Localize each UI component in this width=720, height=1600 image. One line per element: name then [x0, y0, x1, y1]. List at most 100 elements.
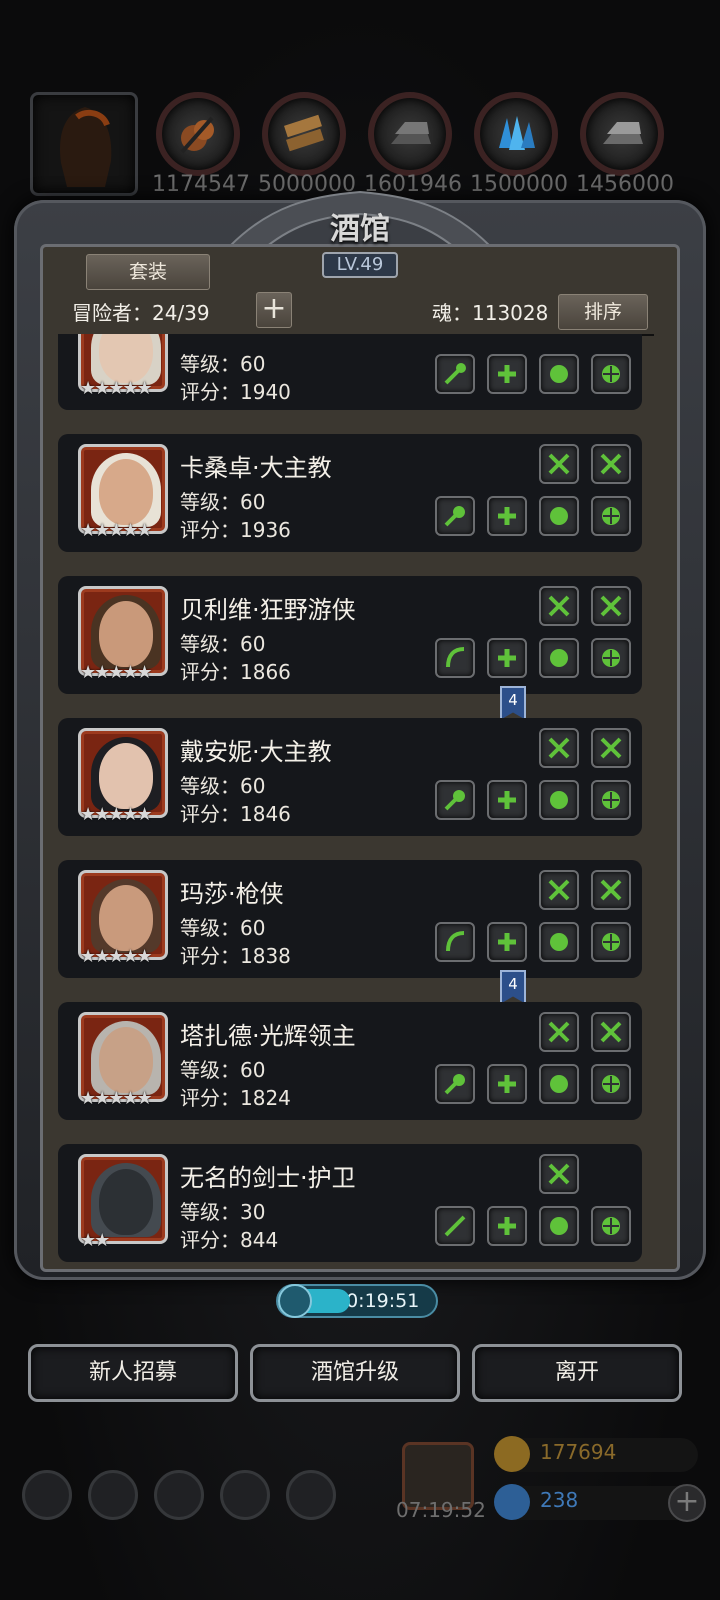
rune-slot[interactable] [591, 870, 631, 910]
armor-slot[interactable] [487, 780, 527, 820]
set-button[interactable]: 套装 [86, 254, 210, 290]
rune-icon [548, 1021, 570, 1043]
hero-level: 等级：60 [180, 352, 266, 376]
adventurer-count: 冒险者：24/39 [72, 301, 210, 325]
hero-level: 等级：60 [180, 774, 266, 798]
hero-row[interactable]: ★★★★★ 戴安妮·大主教 等级：60 评分：1846 [58, 718, 642, 836]
hero-stars: ★★★★★ [80, 378, 153, 399]
hero-score: 评分：1866 [180, 660, 291, 684]
hero-row[interactable]: ★★★★★ 玛莎·枪侠 等级：60 评分：1838 4 [58, 860, 642, 1004]
map-icon[interactable] [286, 1470, 336, 1520]
armor-icon [498, 649, 516, 667]
add-slot-button[interactable]: + [256, 292, 292, 328]
guild-icon[interactable] [154, 1470, 204, 1520]
planks-icon [262, 92, 346, 176]
rune-slot[interactable] [591, 444, 631, 484]
hero-row[interactable]: ★★★★★ 等级：60 评分：1940 [58, 334, 642, 410]
hero-row[interactable]: ★★★★★ 卡桑卓·大主教 等级：60 评分：1936 [58, 434, 642, 552]
rune-slot[interactable] [539, 1012, 579, 1052]
amulet-icon [602, 791, 620, 809]
rune-icon [600, 453, 622, 475]
amulet-icon [602, 1217, 620, 1235]
weapon-slot[interactable] [435, 496, 475, 536]
rune-slot[interactable] [591, 1012, 631, 1052]
accessory-slot[interactable] [591, 780, 631, 820]
gear-icon[interactable] [22, 1470, 72, 1520]
hero-level: 等级：60 [180, 632, 266, 656]
rune-slot[interactable] [539, 444, 579, 484]
accessory-slot[interactable] [591, 1064, 631, 1104]
rune-slot[interactable] [591, 728, 631, 768]
weapon-slot[interactable] [435, 922, 475, 962]
armor-icon [498, 1217, 516, 1235]
panel-title: 酒馆 [330, 212, 390, 247]
accessory-slot[interactable] [539, 922, 579, 962]
team-badge: 4 [500, 970, 526, 1004]
armor-slot[interactable] [487, 496, 527, 536]
hammer-icon [156, 92, 240, 176]
hero-stars: ★★★★★ [80, 662, 153, 683]
accessory-slot[interactable] [539, 354, 579, 394]
weapon-slot[interactable] [435, 780, 475, 820]
armor-slot[interactable] [487, 1206, 527, 1246]
gold-icon [494, 1436, 530, 1472]
accessory-slot[interactable] [591, 496, 631, 536]
hero-score: 评分：1824 [180, 1086, 291, 1110]
hero-name: 玛莎·枪侠 [180, 880, 284, 908]
accessory-slot[interactable] [539, 1064, 579, 1104]
armor-slot[interactable] [487, 638, 527, 678]
accessory-slot[interactable] [591, 1206, 631, 1246]
weapon-slot[interactable] [435, 354, 475, 394]
leave-button[interactable]: 离开 [472, 1344, 682, 1402]
player-portrait[interactable] [30, 92, 138, 196]
accessory-slot[interactable] [539, 780, 579, 820]
hero-score: 评分：1838 [180, 944, 291, 968]
hero-row[interactable]: ★★ 无名的剑士·护卫 等级：30 评分：844 [58, 1144, 642, 1262]
hero-stars: ★★★★★ [80, 520, 153, 541]
hero-level: 等级：60 [180, 1058, 266, 1082]
accessory-slot[interactable] [591, 354, 631, 394]
weapon-slot[interactable] [435, 638, 475, 678]
mace-icon [444, 506, 465, 527]
armor-slot[interactable] [487, 922, 527, 962]
rune-icon [600, 1021, 622, 1043]
hero-row[interactable]: ★★★★★ 塔扎德·光辉领主 等级：60 评分：1824 [58, 1002, 642, 1120]
hero-menu-icon[interactable] [88, 1470, 138, 1520]
armor-slot[interactable] [487, 354, 527, 394]
rune-slot[interactable] [539, 728, 579, 768]
team-badge: 4 [500, 686, 526, 720]
rune-slot[interactable] [539, 586, 579, 626]
recruit-button[interactable]: 新人招募 [28, 1344, 238, 1402]
rune-icon [548, 879, 570, 901]
hero-score: 评分：1936 [180, 518, 291, 542]
soul-count: 魂：113028 [432, 301, 549, 325]
amulet-icon [602, 649, 620, 667]
mail-icon[interactable] [220, 1470, 270, 1520]
sort-button[interactable]: 排序 [558, 294, 648, 330]
hero-list[interactable]: ★★★★★ 等级：60 评分：1940 ★★★★★ 卡桑卓·大主教 等级：60 … [58, 334, 654, 1268]
accessory-slot[interactable] [591, 922, 631, 962]
rune-slot[interactable] [539, 1154, 579, 1194]
sword-icon [444, 1215, 466, 1237]
weapon-slot[interactable] [435, 1064, 475, 1104]
rune-slot[interactable] [539, 870, 579, 910]
add-currency-button[interactable]: + [668, 1484, 706, 1522]
hero-level: 等级：60 [180, 916, 266, 940]
accessory-slot[interactable] [591, 638, 631, 678]
tavern-level-badge: LV.49 [322, 252, 398, 278]
upgrade-tavern-button[interactable]: 酒馆升级 [250, 1344, 460, 1402]
gem-amount: 238 [540, 1488, 579, 1512]
hero-name: 塔扎德·光辉领主 [180, 1022, 356, 1050]
amulet-icon [602, 507, 620, 525]
hero-score: 评分：844 [180, 1228, 279, 1252]
armor-slot[interactable] [487, 1064, 527, 1104]
accessory-slot[interactable] [539, 496, 579, 536]
hero-row[interactable]: ★★★★★ 贝利维·狂野游侠 等级：60 评分：1866 4 [58, 576, 642, 720]
hero-name: 贝利维·狂野游侠 [180, 596, 356, 624]
accessory-slot[interactable] [539, 638, 579, 678]
rune-slot[interactable] [591, 586, 631, 626]
weapon-slot[interactable] [435, 1206, 475, 1246]
mace-icon [444, 790, 465, 811]
accessory-slot[interactable] [539, 1206, 579, 1246]
hero-stars: ★★★★★ [80, 946, 153, 967]
